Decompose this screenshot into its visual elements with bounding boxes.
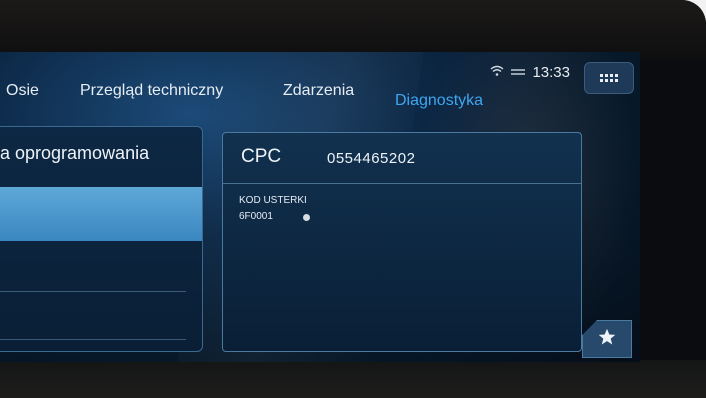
fault-code-value[interactable]: 6F0001	[239, 211, 273, 222]
fault-code-label: KOD USTERKI	[239, 195, 307, 206]
bezel-bottom	[0, 360, 706, 398]
cpc-label: CPC	[241, 146, 282, 167]
app-grid-button[interactable]	[584, 62, 634, 94]
app-grid-icon	[600, 74, 618, 82]
tab-diagnostyka[interactable]: Diagnostyka	[395, 92, 483, 110]
display-bezel: Osie Przegląd techniczny Zdarzenia Diagn…	[0, 0, 706, 398]
star-icon	[598, 328, 616, 351]
cpc-value: 0554465202	[327, 150, 416, 167]
clock-time: 13:33	[532, 64, 570, 81]
left-panel-title: a oprogramowania	[0, 143, 150, 163]
tab-osie[interactable]: Osie	[6, 82, 39, 100]
panel-divider	[223, 183, 581, 184]
status-bar: 13:33	[490, 64, 570, 81]
infotainment-screen: Osie Przegląd techniczny Zdarzenia Diagn…	[0, 52, 640, 362]
wifi-icon	[490, 65, 504, 80]
bezel-top	[0, 0, 706, 60]
connection-icon	[510, 66, 526, 80]
fault-status-dot	[303, 214, 310, 221]
list-divider	[0, 339, 186, 340]
tab-zdarzenia[interactable]: Zdarzenia	[283, 82, 354, 100]
cpc-detail-panel: CPC 0554465202 KOD USTERKI 6F0001	[222, 132, 582, 352]
tab-przeglad-techniczny[interactable]: Przegląd techniczny	[80, 82, 223, 100]
list-item-selected[interactable]	[0, 187, 202, 241]
list-divider	[0, 291, 186, 292]
software-list-panel: a oprogramowania	[0, 126, 203, 352]
